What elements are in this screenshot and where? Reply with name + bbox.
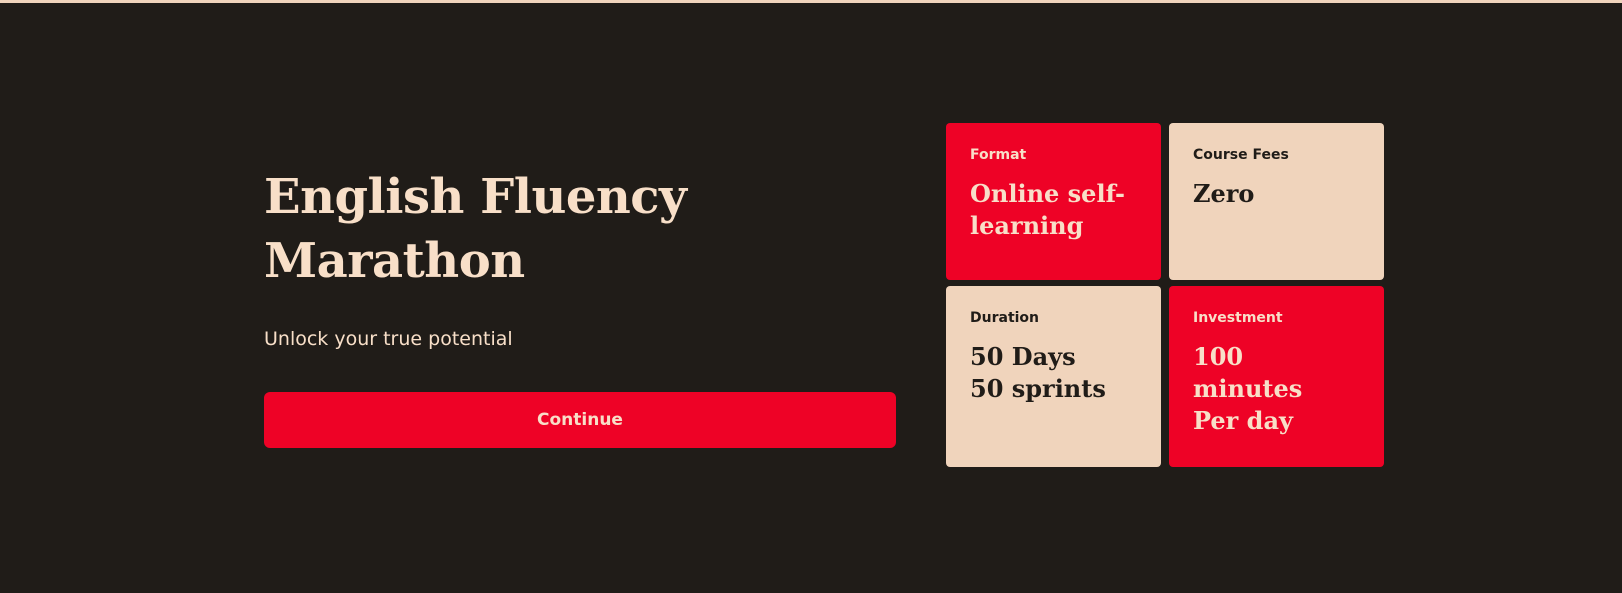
investment-value-line-1: 100 minutes	[1193, 342, 1303, 403]
page-subtitle: Unlock your true potential	[264, 328, 513, 350]
course-fees-label: Course Fees	[1193, 147, 1289, 163]
duration-value-line-2: 50 sprints	[970, 374, 1106, 403]
duration-value-line-1: 50 Days	[970, 342, 1076, 371]
course-fees-card: Course Fees Zero	[1169, 123, 1384, 280]
investment-value: 100 minutes Per day	[1193, 341, 1360, 437]
top-accent-strip	[0, 0, 1622, 3]
format-card: Format Online self- learning	[946, 123, 1161, 280]
page-title-line-1: English Fluency	[264, 169, 687, 225]
duration-label: Duration	[970, 310, 1040, 326]
course-info-grid: Format Online self- learning Course Fees…	[946, 123, 1384, 467]
investment-label: Investment	[1193, 310, 1283, 326]
duration-card: Duration 50 Days 50 sprints	[946, 286, 1161, 467]
format-value-line-1: Online self-	[970, 179, 1125, 208]
format-value-line-2: learning	[970, 211, 1084, 240]
duration-value: 50 Days 50 sprints	[970, 341, 1137, 405]
page-title: English Fluency Marathon	[264, 165, 896, 293]
hero-section: English Fluency Marathon Unlock your tru…	[264, 165, 896, 448]
investment-card: Investment 100 minutes Per day	[1169, 286, 1384, 467]
format-label: Format	[970, 147, 1027, 163]
format-value: Online self- learning	[970, 178, 1137, 242]
course-fees-value: Zero	[1193, 179, 1255, 208]
investment-value-line-2: Per day	[1193, 406, 1293, 435]
continue-button[interactable]: Continue	[264, 392, 896, 448]
page-title-line-2: Marathon	[264, 233, 525, 289]
